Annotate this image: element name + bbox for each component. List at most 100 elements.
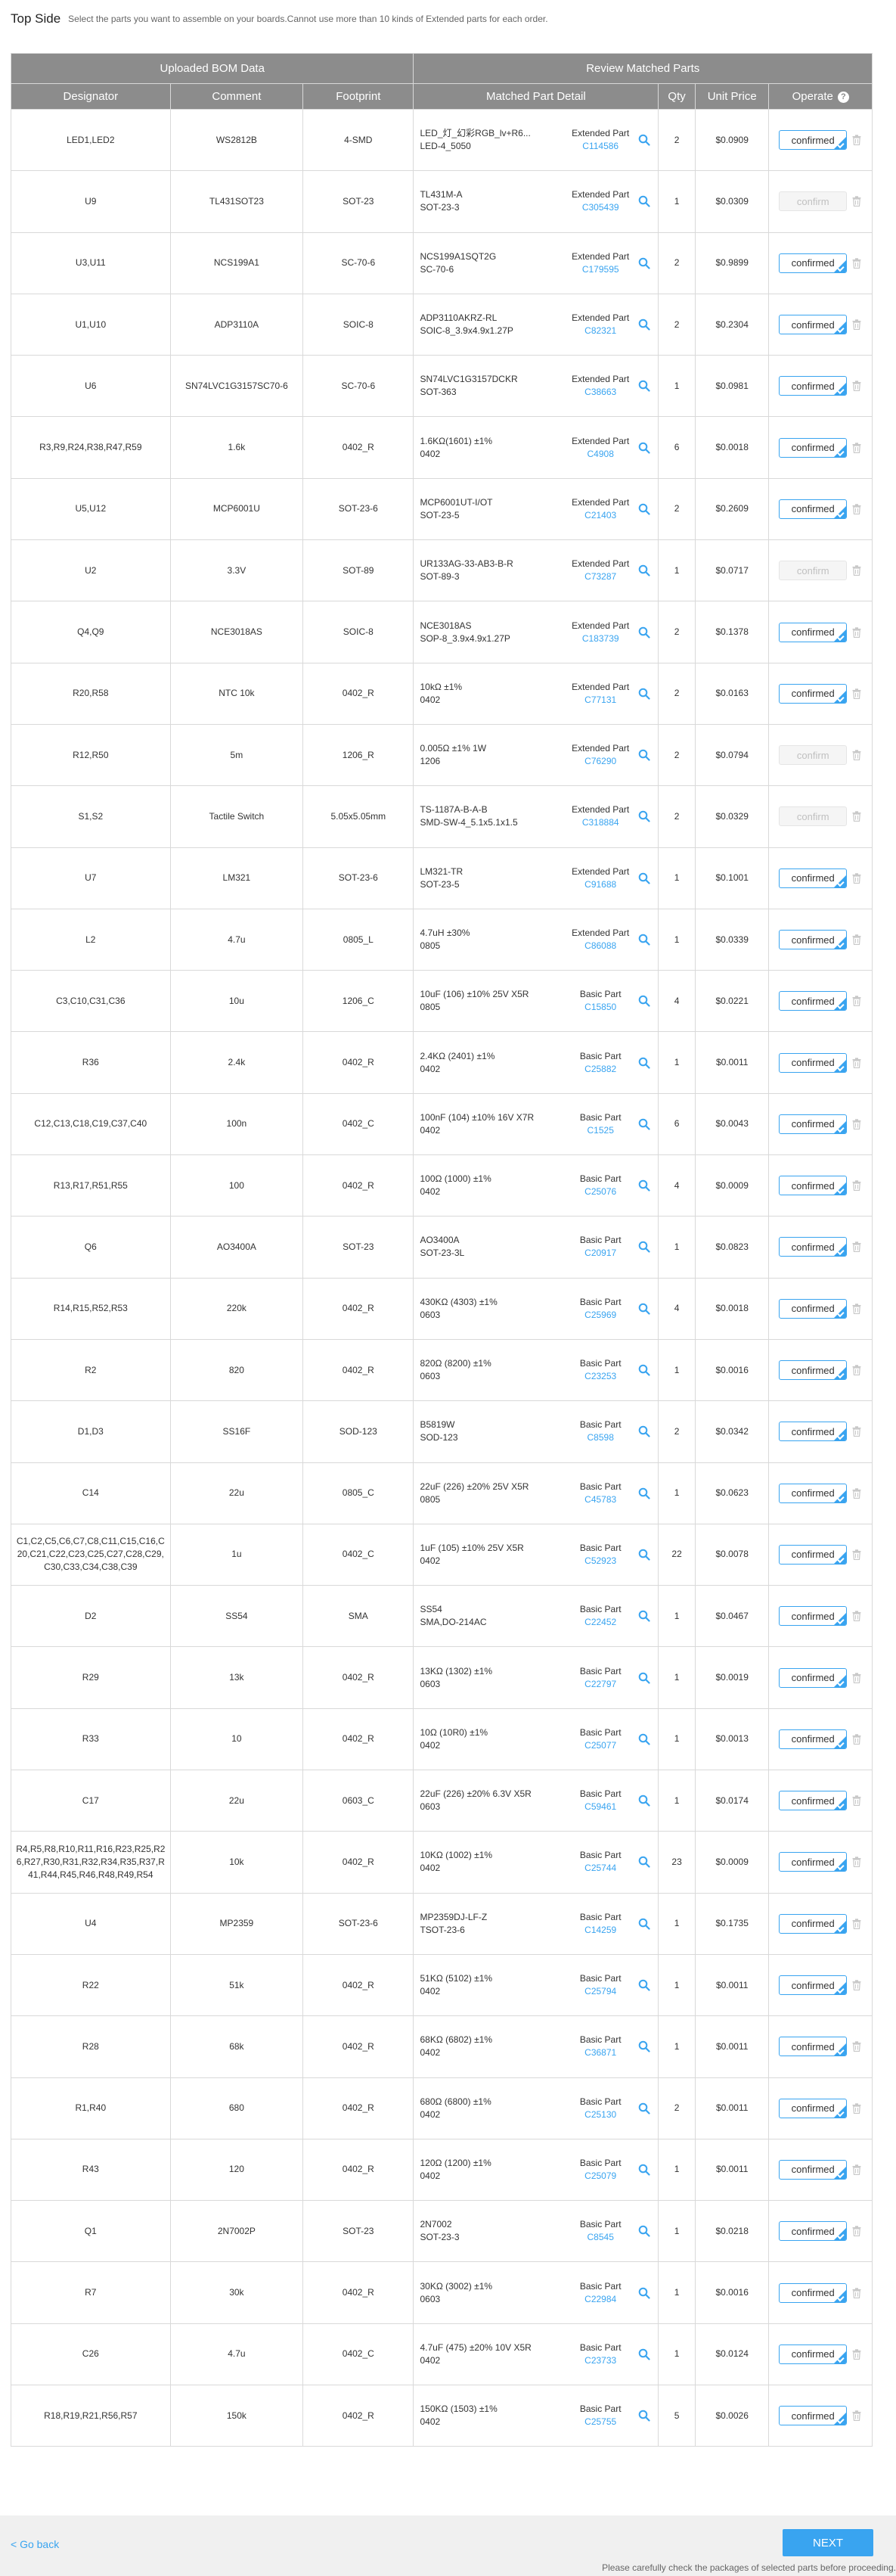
- part-code-link[interactable]: C21403: [566, 509, 635, 522]
- trash-icon[interactable]: [851, 1549, 862, 1561]
- part-code-link[interactable]: C45783: [566, 1493, 635, 1506]
- confirm-button[interactable]: confirm: [779, 561, 848, 581]
- help-icon[interactable]: ?: [837, 91, 849, 103]
- part-code-link[interactable]: C22452: [566, 1616, 635, 1629]
- part-code-link[interactable]: C318884: [566, 816, 635, 829]
- part-code-link[interactable]: C8545: [566, 2231, 635, 2244]
- confirm-button[interactable]: confirmed: [779, 2221, 848, 2242]
- trash-icon[interactable]: [851, 749, 862, 761]
- search-icon[interactable]: [637, 502, 652, 517]
- confirm-button[interactable]: confirmed: [779, 1114, 848, 1134]
- part-code-link[interactable]: C22984: [566, 2293, 635, 2306]
- part-code-link[interactable]: C25755: [566, 2416, 635, 2428]
- trash-icon[interactable]: [851, 872, 862, 884]
- trash-icon[interactable]: [851, 688, 862, 700]
- search-icon[interactable]: [637, 1424, 652, 1439]
- part-code-link[interactable]: C25130: [566, 2108, 635, 2121]
- part-code-link[interactable]: C73287: [566, 570, 635, 583]
- part-code-link[interactable]: C25969: [566, 1309, 635, 1322]
- search-icon[interactable]: [637, 440, 652, 455]
- part-code-link[interactable]: C179595: [566, 263, 635, 276]
- part-code-link[interactable]: C82321: [566, 325, 635, 337]
- trash-icon[interactable]: [851, 1733, 862, 1745]
- part-code-link[interactable]: C25744: [566, 1862, 635, 1875]
- trash-icon[interactable]: [851, 1057, 862, 1069]
- search-icon[interactable]: [637, 1547, 652, 1562]
- part-code-link[interactable]: C25076: [566, 1185, 635, 1198]
- search-icon[interactable]: [637, 1854, 652, 1869]
- confirm-button[interactable]: confirmed: [779, 1544, 848, 1565]
- part-code-link[interactable]: C25882: [566, 1063, 635, 1076]
- search-icon[interactable]: [637, 1732, 652, 1747]
- search-icon[interactable]: [637, 194, 652, 209]
- trash-icon[interactable]: [851, 2102, 862, 2115]
- search-icon[interactable]: [637, 1978, 652, 1993]
- trash-icon[interactable]: [851, 1979, 862, 1991]
- part-code-link[interactable]: C15850: [566, 1001, 635, 1014]
- part-code-link[interactable]: C8598: [566, 1431, 635, 1444]
- part-code-link[interactable]: C23253: [566, 1370, 635, 1383]
- trash-icon[interactable]: [851, 995, 862, 1007]
- confirm-button[interactable]: confirmed: [779, 1606, 848, 1627]
- search-icon[interactable]: [637, 256, 652, 271]
- part-code-link[interactable]: C77131: [566, 694, 635, 707]
- confirm-button[interactable]: confirmed: [779, 1176, 848, 1196]
- confirm-button[interactable]: confirmed: [779, 1052, 848, 1073]
- trash-icon[interactable]: [851, 2348, 862, 2360]
- part-code-link[interactable]: C183739: [566, 632, 635, 645]
- search-icon[interactable]: [637, 932, 652, 947]
- search-icon[interactable]: [637, 871, 652, 886]
- trash-icon[interactable]: [851, 1918, 862, 1930]
- part-code-link[interactable]: C25077: [566, 1739, 635, 1752]
- confirm-button[interactable]: confirmed: [779, 1360, 848, 1381]
- trash-icon[interactable]: [851, 810, 862, 822]
- search-icon[interactable]: [637, 2285, 652, 2301]
- confirm-button[interactable]: confirmed: [779, 130, 848, 151]
- part-code-link[interactable]: C59461: [566, 1801, 635, 1813]
- trash-icon[interactable]: [851, 257, 862, 269]
- trash-icon[interactable]: [851, 2040, 862, 2052]
- confirm-button[interactable]: confirmed: [779, 1667, 848, 1688]
- search-icon[interactable]: [637, 2101, 652, 2116]
- next-button[interactable]: NEXT: [783, 2529, 873, 2556]
- search-icon[interactable]: [637, 809, 652, 824]
- search-icon[interactable]: [637, 1363, 652, 1378]
- trash-icon[interactable]: [851, 2287, 862, 2299]
- trash-icon[interactable]: [851, 564, 862, 576]
- trash-icon[interactable]: [851, 1118, 862, 1130]
- trash-icon[interactable]: [851, 1794, 862, 1807]
- trash-icon[interactable]: [851, 626, 862, 639]
- confirm-button[interactable]: confirmed: [779, 1298, 848, 1319]
- trash-icon[interactable]: [851, 2410, 862, 2422]
- confirm-button[interactable]: confirmed: [779, 437, 848, 458]
- confirm-button[interactable]: confirmed: [779, 1422, 848, 1442]
- search-icon[interactable]: [637, 317, 652, 332]
- part-code-link[interactable]: C36871: [566, 2046, 635, 2059]
- search-icon[interactable]: [637, 1301, 652, 1316]
- confirm-button[interactable]: confirmed: [779, 1852, 848, 1872]
- confirm-button[interactable]: confirmed: [779, 253, 848, 273]
- search-icon[interactable]: [637, 2347, 652, 2362]
- confirm-button[interactable]: confirm: [779, 191, 848, 212]
- part-code-link[interactable]: C4908: [566, 448, 635, 461]
- trash-icon[interactable]: [851, 380, 862, 392]
- confirm-button[interactable]: confirmed: [779, 1729, 848, 1749]
- confirm-button[interactable]: confirmed: [779, 1791, 848, 1811]
- confirm-button[interactable]: confirmed: [779, 2282, 848, 2303]
- confirm-button[interactable]: confirmed: [779, 499, 848, 519]
- search-icon[interactable]: [637, 1608, 652, 1624]
- confirm-button[interactable]: confirmed: [779, 622, 848, 642]
- confirm-button[interactable]: confirmed: [779, 376, 848, 396]
- search-icon[interactable]: [637, 686, 652, 701]
- search-icon[interactable]: [637, 1055, 652, 1070]
- trash-icon[interactable]: [851, 934, 862, 946]
- trash-icon[interactable]: [851, 319, 862, 331]
- trash-icon[interactable]: [851, 2225, 862, 2237]
- trash-icon[interactable]: [851, 1303, 862, 1315]
- search-icon[interactable]: [637, 993, 652, 1008]
- part-code-link[interactable]: C91688: [566, 878, 635, 891]
- confirm-button[interactable]: confirmed: [779, 930, 848, 949]
- part-code-link[interactable]: C114586: [566, 140, 635, 153]
- part-code-link[interactable]: C25794: [566, 1985, 635, 1998]
- search-icon[interactable]: [637, 625, 652, 640]
